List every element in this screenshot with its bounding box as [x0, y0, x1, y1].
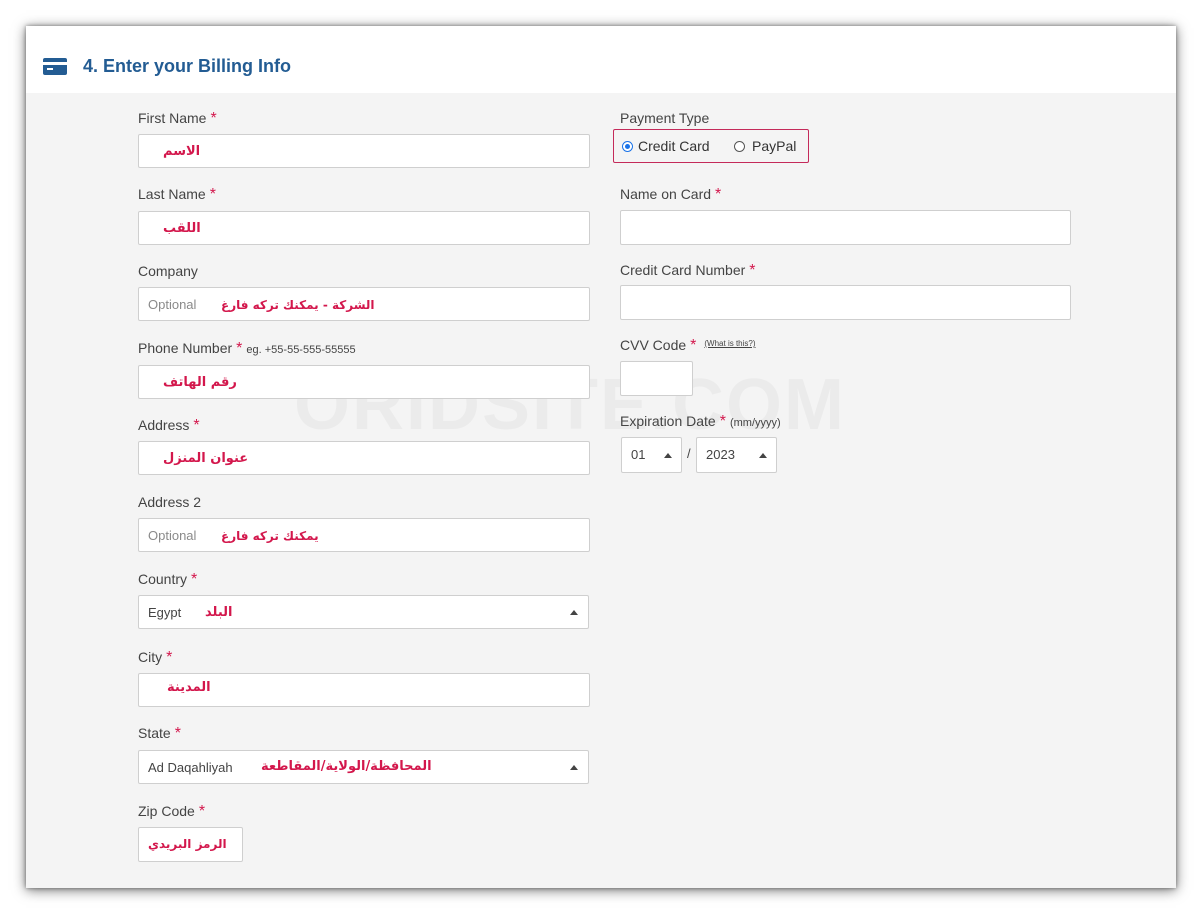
required-asterisk: * [236, 340, 243, 357]
caret-up-icon [570, 610, 578, 615]
address2-input[interactable]: Optional يمكنك تركه فارغ [138, 518, 590, 552]
name-on-card-input[interactable] [620, 210, 1071, 245]
address-annotation: عنوان المنزل [163, 451, 249, 466]
zip-label: Zip Code * [138, 803, 205, 821]
required-asterisk: * [174, 725, 181, 742]
radio-paypal[interactable] [734, 141, 745, 152]
phone-label-text: Phone Number [138, 340, 233, 356]
required-asterisk: * [198, 803, 206, 820]
caret-up-icon [570, 765, 578, 770]
billing-panel: 4. Enter your Billing Info ORIDSITE.COM … [26, 26, 1176, 888]
expiration-month-select[interactable]: 01 [621, 437, 682, 473]
city-label: City * [138, 649, 172, 667]
zip-input[interactable]: الرمز البريدي [138, 827, 243, 862]
expiration-month-value: 01 [631, 447, 646, 462]
first-name-label: First Name * [138, 110, 217, 128]
state-select[interactable]: Ad Daqahliyah المحافظة/الولاية/المقاطعة [138, 750, 589, 784]
expiration-year-value: 2023 [706, 447, 735, 462]
phone-annotation: رقم الهاتف [163, 375, 237, 390]
state-value: Ad Daqahliyah [148, 760, 233, 775]
required-asterisk: * [209, 186, 216, 203]
payment-type-label: Payment Type [620, 110, 710, 126]
expiration-label-text: Expiration Date [620, 413, 716, 429]
state-annotation: المحافظة/الولاية/المقاطعة [261, 759, 432, 774]
name-on-card-label: Name on Card * [620, 186, 721, 204]
required-asterisk: * [690, 337, 697, 354]
required-asterisk: * [191, 571, 198, 588]
cvv-input[interactable] [620, 361, 693, 396]
address-label-text: Address [138, 417, 190, 433]
required-asterisk: * [715, 186, 722, 203]
phone-label: Phone Number * eg. +55-55-555-55555 [138, 340, 356, 358]
expiration-separator: / [687, 446, 691, 461]
caret-up-icon [759, 453, 767, 458]
address2-placeholder: Optional [148, 528, 197, 543]
cvv-label: CVV Code * (What is this?) [620, 337, 756, 355]
required-asterisk: * [749, 262, 756, 279]
address-label: Address * [138, 417, 200, 435]
expiration-label: Expiration Date * (mm/yyyy) [620, 413, 781, 431]
radio-credit-card[interactable] [622, 141, 633, 152]
first-name-input[interactable]: الاسم [138, 134, 590, 168]
country-annotation: البلد [205, 605, 233, 620]
expiration-hint: (mm/yyyy) [729, 417, 781, 429]
section-title: 4. Enter your Billing Info [83, 56, 292, 76]
radio-paypal-label[interactable]: PayPal [752, 138, 796, 154]
phone-input[interactable]: رقم الهاتف [138, 365, 590, 399]
state-label: State * [138, 725, 181, 743]
first-name-label-text: First Name [138, 110, 207, 126]
payment-type-group: Credit Card PayPal [613, 129, 809, 163]
state-label-text: State [138, 725, 171, 741]
country-value: Egypt [148, 605, 182, 620]
section-header: 4. Enter your Billing Info [26, 26, 1176, 93]
last-name-annotation: اللقب [163, 221, 201, 236]
address2-annotation: يمكنك تركه فارغ [221, 529, 319, 543]
required-asterisk: * [210, 110, 217, 127]
country-label-text: Country [138, 571, 188, 587]
card-number-input[interactable] [620, 285, 1071, 320]
last-name-label: Last Name * [138, 186, 216, 204]
phone-hint: eg. +55-55-555-55555 [246, 344, 356, 356]
address-input[interactable]: عنوان المنزل [138, 441, 590, 475]
city-label-text: City [138, 649, 163, 665]
name-on-card-label-text: Name on Card [620, 186, 712, 202]
city-annotation: المدينة [167, 680, 211, 695]
company-label: Company [138, 263, 198, 279]
required-asterisk: * [719, 413, 726, 430]
card-number-label: Credit Card Number * [620, 262, 756, 280]
card-number-label-text: Credit Card Number [620, 262, 746, 278]
expiration-year-select[interactable]: 2023 [696, 437, 777, 473]
company-input[interactable]: Optional الشركة - يمكنك تركه فارغ [138, 287, 590, 321]
last-name-input[interactable]: اللقب [138, 211, 590, 245]
cvv-label-text: CVV Code [620, 337, 687, 353]
required-asterisk: * [193, 417, 200, 434]
zip-annotation: الرمز البريدي [148, 837, 227, 851]
caret-up-icon [664, 453, 672, 458]
credit-card-icon [43, 58, 67, 75]
address2-label: Address 2 [138, 494, 202, 510]
zip-label-text: Zip Code [138, 803, 195, 819]
last-name-label-text: Last Name [138, 186, 206, 202]
cvv-help-link[interactable]: (What is this?) [704, 339, 755, 348]
country-label: Country * [138, 571, 197, 589]
country-select[interactable]: Egypt البلد [138, 595, 589, 629]
required-asterisk: * [166, 649, 173, 666]
city-input[interactable]: المدينة [138, 673, 590, 707]
company-placeholder: Optional [148, 297, 197, 312]
company-annotation: الشركة - يمكنك تركه فارغ [221, 298, 375, 312]
radio-credit-card-label[interactable]: Credit Card [638, 138, 710, 154]
first-name-annotation: الاسم [163, 144, 201, 159]
